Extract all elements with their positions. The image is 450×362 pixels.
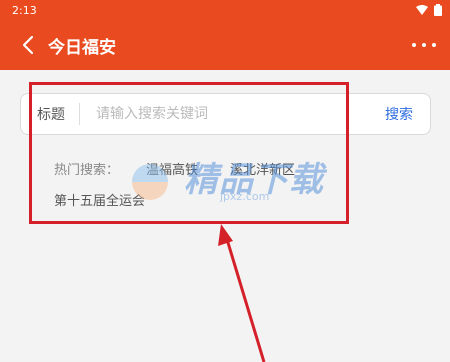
annotation-arrow [218, 224, 266, 362]
